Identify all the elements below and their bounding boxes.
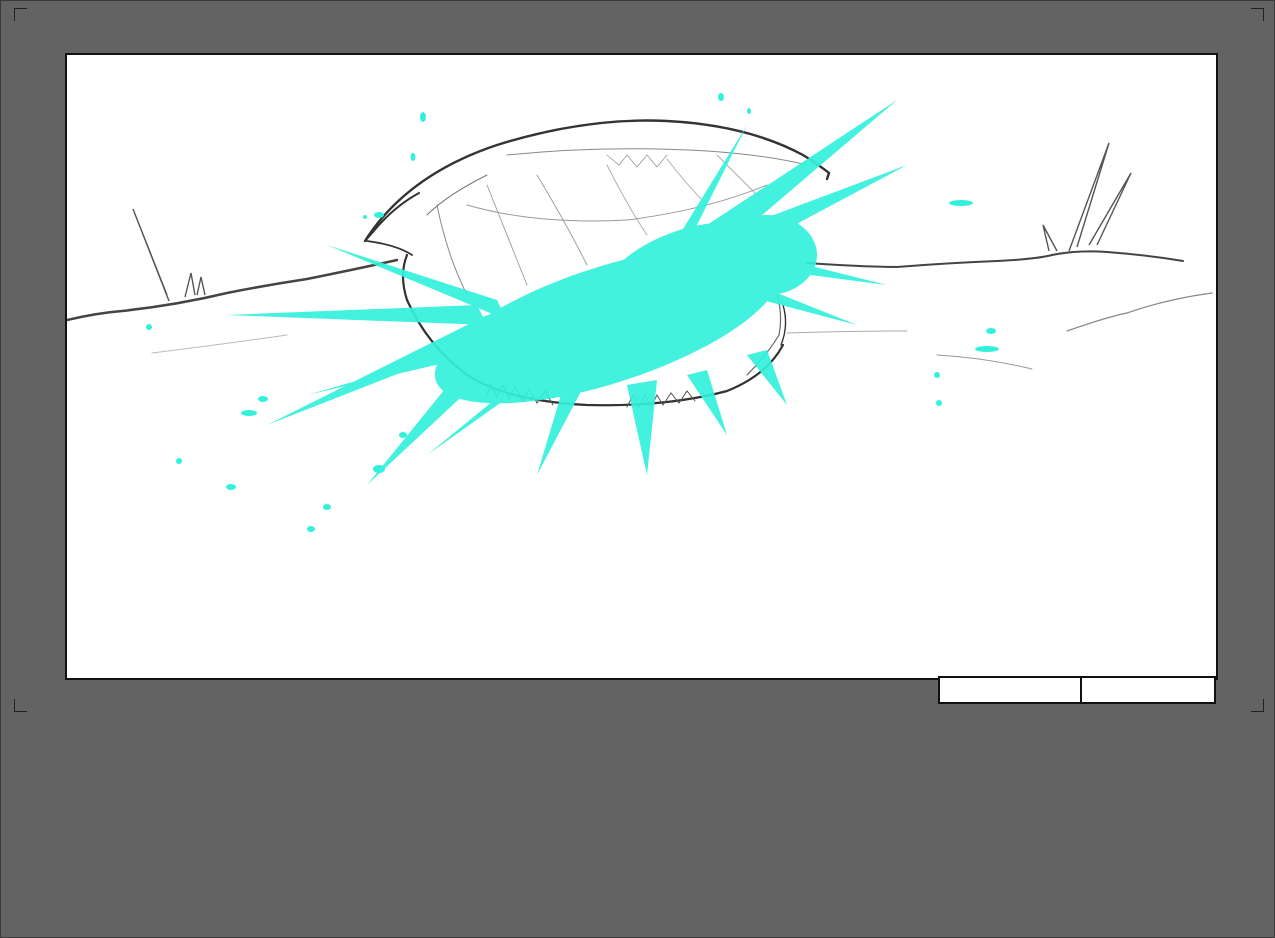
storyboard-page [0,0,1275,938]
storyboard-panel[interactable] [65,53,1218,680]
panel-artwork [67,93,1213,532]
crop-corner-icon [1251,8,1264,21]
scene-number-box[interactable] [938,676,1082,704]
grass-blade-sketch-left [132,208,206,302]
crop-corner-icon [14,8,27,21]
crop-corner-icon [1251,699,1264,712]
crop-corner-icon [14,699,27,712]
grass-blade-sketch-right [1042,142,1132,252]
cyan-splash-effect [227,100,907,485]
shot-number-box[interactable] [1080,676,1216,704]
